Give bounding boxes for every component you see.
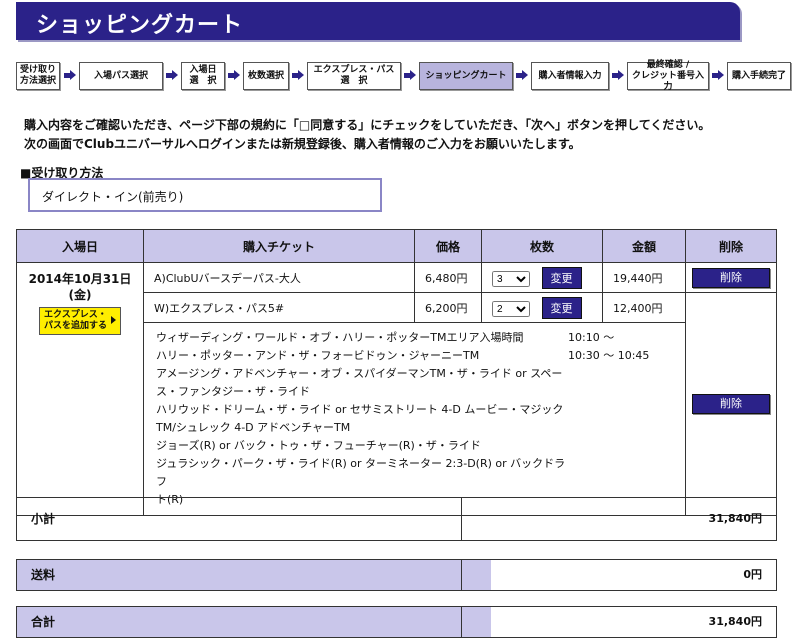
arrow-icon — [404, 70, 416, 81]
attraction-name: ハリウッド・ドリーム・ザ・ライド or セサミストリート 4-D ムービー・マジ… — [156, 403, 564, 416]
add-express-label: エクスプレス・ パスを追加する — [44, 310, 108, 331]
ticket-name: W)エクスプレス・パス5# — [143, 292, 415, 323]
page-header: ショッピングカート — [16, 2, 740, 40]
arrow-icon — [166, 70, 178, 81]
attraction-time: 10:10 〜 — [568, 331, 615, 344]
total-row: 合計 31,840円 — [16, 606, 777, 638]
step-count-select: 枚数選択 — [243, 62, 289, 90]
total-value: 31,840円 — [461, 607, 776, 637]
ticket-price: 6,200円 — [414, 292, 482, 323]
list-item: ジョーズ(R) or バック・トゥ・ザ・フューチャー(R)・ザ・ライド — [156, 437, 685, 455]
attraction-name: ス・ファンタジー・ザ・ライド — [156, 385, 310, 398]
arrow-icon — [712, 70, 724, 81]
subtotal-label: 小計 — [31, 512, 56, 526]
arrow-icon — [292, 70, 304, 81]
arrow-icon — [228, 70, 240, 81]
arrow-icon — [516, 70, 528, 81]
qty-cell: 2 変更 — [481, 292, 603, 323]
ticket-amount: 19,440円 — [602, 262, 686, 293]
list-item: ハリー・ポッター・アンド・ザ・フォービドゥン・ジャーニーTM 10:30 〜 10… — [156, 347, 685, 365]
change-button[interactable]: 変更 — [541, 296, 582, 319]
shipping-label: 送料 — [17, 560, 491, 590]
delete-button[interactable]: 削除 — [692, 394, 770, 414]
list-item: ウィザーディング・ワールド・オブ・ハリー・ポッターTMエリア入場時間 10:10 … — [156, 329, 685, 347]
visit-date-cell: 2014年10月31日 (金) エクスプレス・ パスを追加する — [16, 262, 144, 516]
play-arrow-icon — [111, 316, 116, 324]
step-date-select: 入場日 選 択 — [181, 62, 225, 90]
total-label: 合計 — [17, 607, 491, 637]
progress-steps: 受け取り 方法選択 入場パス選択 入場日 選 択 枚数選択 エクスプレス・パス … — [16, 60, 791, 92]
attraction-name: TM/シュレック 4-D アドベンチャーTM — [156, 421, 351, 434]
add-express-button[interactable]: エクスプレス・ パスを追加する — [39, 307, 121, 335]
attraction-name: ウィザーディング・ワールド・オブ・ハリー・ポッターTMエリア入場時間 — [156, 331, 524, 344]
list-item: ス・ファンタジー・ザ・ライド — [156, 383, 685, 401]
attraction-time: 10:30 〜 10:45 — [568, 349, 650, 362]
step-shopping-cart: ショッピングカート — [419, 62, 513, 90]
ticket-amount: 12,400円 — [602, 292, 686, 323]
attraction-list: ウィザーディング・ワールド・オブ・ハリー・ポッターTMエリア入場時間 10:10 … — [143, 322, 686, 516]
shipping-row: 送料 0円 — [16, 559, 777, 591]
instruction-line-1: 購入内容をご確認いただき、ページ下部の規約に「□同意する」にチェックをしていただ… — [24, 118, 711, 132]
step-complete: 購入手続完了 — [727, 62, 791, 90]
delete-cell: 削除 — [685, 262, 777, 293]
arrow-icon — [64, 70, 76, 81]
step-express-select: エクスプレス・パス 選 択 — [307, 62, 401, 90]
col-date: 入場日 — [16, 229, 144, 263]
list-item: TM/シュレック 4-D アドベンチャーTM — [156, 419, 685, 437]
list-item: ハリウッド・ドリーム・ザ・ライド or セサミストリート 4-D ムービー・マジ… — [156, 401, 685, 419]
cart-table: 入場日 購入チケット 価格 枚数 金額 削除 2014年10月31日 (金) エ… — [16, 229, 777, 516]
instruction-line-2: 次の画面でClubユニバーサルへログインまたは新規登録後、購入者情報のご入力をお… — [24, 137, 581, 151]
qty-select[interactable]: 2 — [492, 301, 530, 317]
attraction-name: ハリー・ポッター・アンド・ザ・フォービドゥン・ジャーニーTM — [156, 349, 480, 362]
visit-date: 2014年10月31日 (金) — [28, 272, 132, 302]
step-final-confirm: 最終確認 / クレジット番号入力 — [627, 60, 709, 92]
delete-cell: 削除 — [685, 292, 777, 516]
qty-cell: 3 変更 — [481, 262, 603, 293]
col-qty: 枚数 — [481, 229, 603, 263]
step-purchaser-info: 購入者情報入力 — [531, 62, 609, 90]
attraction-name: アメージング・アドベンチャー・オブ・スパイダーマンTM・ザ・ライド or スペー — [156, 367, 563, 380]
instruction-message: 購入内容をご確認いただき、ページ下部の規約に「□同意する」にチェックをしていただ… — [24, 116, 710, 154]
col-delete: 削除 — [685, 229, 777, 263]
step-receive-method: 受け取り 方法選択 — [16, 62, 60, 90]
col-amount: 金額 — [602, 229, 686, 263]
shipping-value: 0円 — [461, 560, 776, 590]
table-row: 2014年10月31日 (金) エクスプレス・ パスを追加する A)ClubUバ… — [16, 262, 777, 516]
ticket-price: 6,480円 — [414, 262, 482, 293]
list-item: ジュラシック・パーク・ザ・ライド(R) or ターミネーター 2:3-D(R) … — [156, 455, 685, 491]
qty-select[interactable]: 3 — [492, 271, 530, 287]
subtotal-row: 小計 31,840円 — [16, 497, 777, 541]
col-price: 価格 — [414, 229, 482, 263]
receive-method-value: ダイレクト・イン(前売り) — [28, 178, 382, 212]
arrow-icon — [612, 70, 624, 81]
ticket-name: A)ClubUバースデーパス-大人 — [143, 262, 415, 293]
change-button[interactable]: 変更 — [541, 266, 582, 289]
step-pass-select: 入場パス選択 — [79, 62, 163, 90]
subtotal-value: 31,840円 — [461, 498, 776, 540]
page-title: ショッピングカート — [36, 13, 244, 38]
attraction-name: ジョーズ(R) or バック・トゥ・ザ・フューチャー(R)・ザ・ライド — [156, 439, 481, 452]
attraction-name: ジュラシック・パーク・ザ・ライド(R) or ターミネーター 2:3-D(R) … — [156, 457, 566, 488]
list-item: アメージング・アドベンチャー・オブ・スパイダーマンTM・ザ・ライド or スペー — [156, 365, 685, 383]
cart-header-row: 入場日 購入チケット 価格 枚数 金額 削除 — [16, 229, 777, 263]
col-ticket: 購入チケット — [143, 229, 415, 263]
delete-button[interactable]: 削除 — [692, 267, 770, 288]
